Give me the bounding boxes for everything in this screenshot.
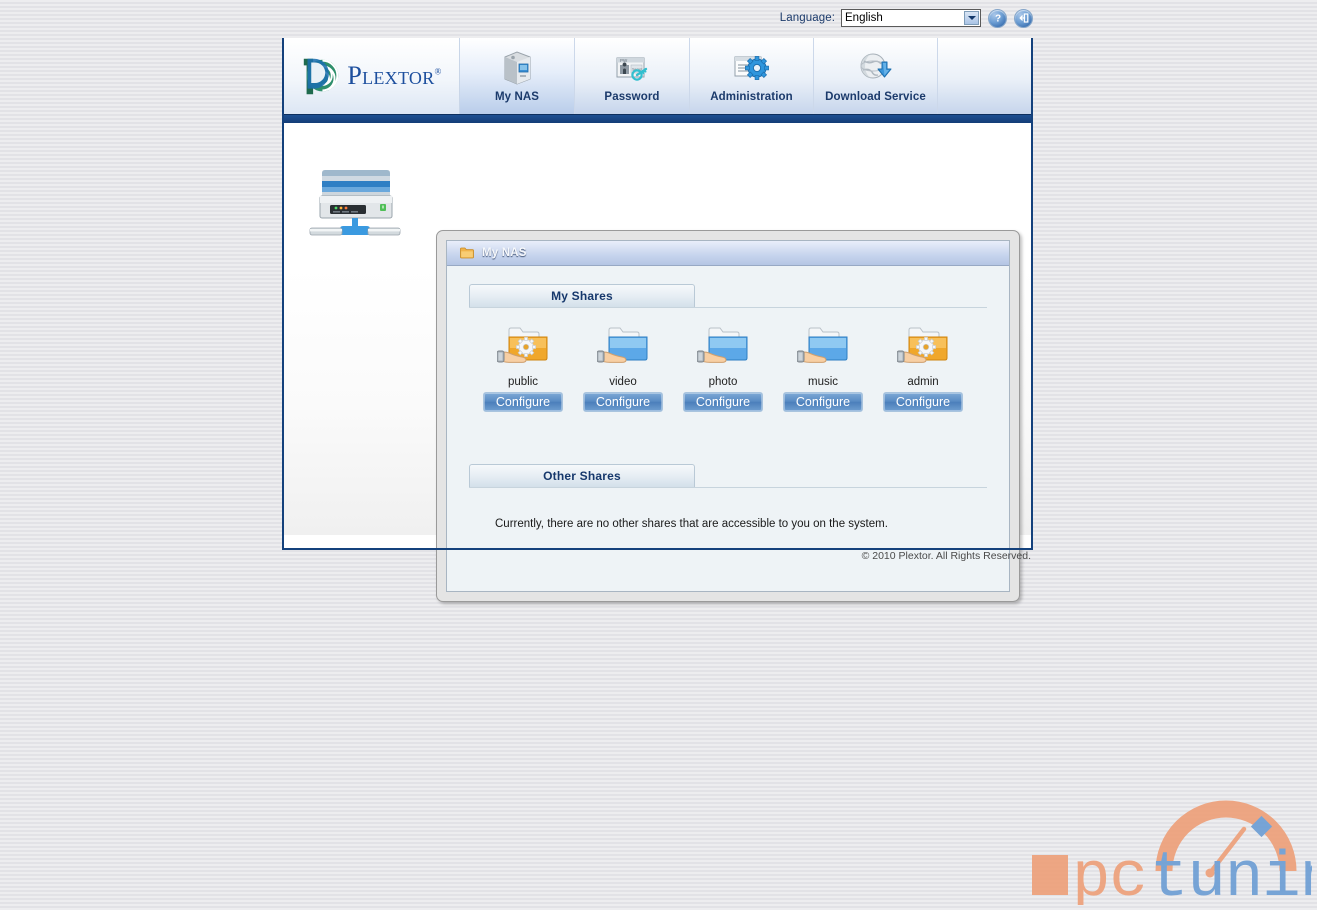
nav-item-download-service[interactable]: Download Service	[814, 38, 938, 114]
share-name: music	[807, 376, 839, 388]
share-name: photo	[708, 376, 738, 388]
password-key-icon: PW Secret	[612, 46, 652, 90]
shared-folder-icon	[597, 327, 648, 363]
shared-folder-config-icon	[497, 327, 548, 363]
svg-text:pc: pc	[1072, 843, 1147, 905]
help-circle-icon[interactable]: ?	[988, 8, 1007, 28]
svg-text:?: ?	[994, 13, 1000, 24]
shared-folder-icon	[697, 327, 748, 363]
shared-folder-config-icon	[897, 327, 948, 363]
svg-text:tuning: tuning	[1150, 843, 1312, 905]
language-label: Language:	[779, 12, 835, 24]
section-my-shares-header: My Shares	[469, 280, 987, 308]
content-area: My NAS My Shares public Configure video …	[284, 123, 1031, 602]
my-nas-panel: My NAS My Shares public Configure video …	[436, 230, 1020, 602]
main-nav: My NAS PW Secret Password Administration…	[460, 38, 1031, 114]
page-frame: Plextor® My NAS PW Secret Password Admin…	[282, 38, 1033, 602]
chevron-down-icon[interactable]	[964, 11, 979, 25]
nav-label: Administration	[710, 91, 793, 103]
header-divider	[284, 114, 1031, 123]
plextor-spiral-logo-icon	[304, 58, 339, 94]
configure-button[interactable]: Configure	[883, 391, 963, 412]
logout-icon[interactable]	[1014, 8, 1033, 28]
nas-server-icon	[497, 46, 537, 90]
share-item: admin Configure	[883, 326, 963, 412]
section-other-shares-header: Other Shares	[469, 460, 987, 488]
nav-item-administration[interactable]: Administration	[690, 38, 814, 114]
section-tab-other-shares: Other Shares	[469, 463, 695, 487]
nav-label: Password	[604, 91, 660, 103]
language-select-value: English	[845, 12, 883, 24]
share-name: admin	[907, 376, 939, 388]
section-tab-my-shares: My Shares	[469, 284, 695, 307]
nas-device-illustration	[309, 170, 401, 236]
copyright-text: © 2010 Plextor. All Rights Reserved.	[861, 550, 1031, 562]
share-name: video	[609, 376, 637, 388]
administration-gear-icon	[731, 46, 773, 90]
folder-icon	[460, 247, 474, 259]
panel-title: My NAS	[482, 247, 527, 259]
nav-item-my-nas[interactable]: My NAS	[460, 38, 575, 114]
my-nas-panel-inner: My NAS My Shares public Configure video …	[446, 240, 1010, 592]
language-select[interactable]: English	[841, 9, 981, 27]
configure-button[interactable]: Configure	[583, 391, 663, 412]
pctuning-watermark: pc tuning	[1032, 800, 1312, 905]
share-item: public Configure	[483, 326, 563, 412]
share-item: video Configure	[583, 326, 663, 412]
share-name: public	[507, 376, 539, 388]
svg-text:PW: PW	[620, 58, 628, 63]
nav-label: Download Service	[825, 91, 926, 103]
configure-button[interactable]: Configure	[683, 391, 763, 412]
configure-button[interactable]: Configure	[783, 391, 863, 412]
nav-label: My NAS	[494, 91, 540, 103]
share-item: photo Configure	[683, 326, 763, 412]
download-globe-icon	[856, 46, 896, 90]
brand-logo[interactable]: Plextor®	[284, 38, 460, 114]
panel-body: My Shares public Configure video Configu…	[447, 266, 1009, 530]
configure-button[interactable]: Configure	[483, 391, 563, 412]
share-item: music Configure	[783, 326, 863, 412]
shared-folder-icon	[797, 327, 848, 363]
other-shares-message: Currently, there are no other shares tha…	[495, 517, 888, 530]
shares-list: public Configure video Configure photo C…	[469, 312, 987, 412]
brand-name: Plextor®	[347, 61, 442, 90]
panel-title-bar: My NAS	[447, 241, 1009, 266]
top-bar: Language: English ?	[0, 0, 1317, 36]
site-header: Plextor® My NAS PW Secret Password Admin…	[284, 38, 1031, 114]
nav-item-password[interactable]: PW Secret Password	[575, 38, 690, 114]
